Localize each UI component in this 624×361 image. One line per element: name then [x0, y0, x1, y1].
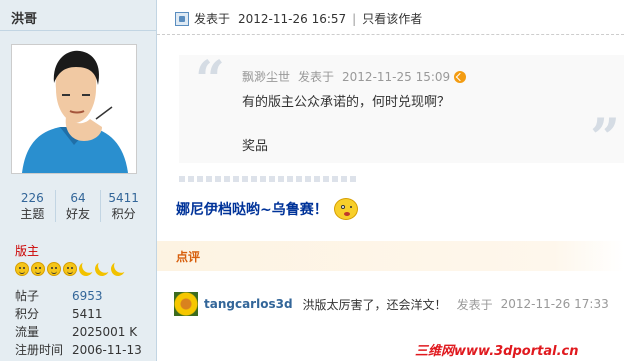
site-watermark: 三维网www.3dportal.cn [415, 344, 579, 359]
meta-divider: | [352, 11, 357, 26]
quote-header: 飘渺尘世 发表于 2012-11-25 15:09 [242, 68, 467, 85]
author-sidebar: 洪哥 226 主题 64 好友 5411 积分 版主 帖子 6953 积分 54… [0, 0, 157, 361]
quote-time: 2012-11-25 15:09 [342, 69, 451, 84]
smile-icon [47, 262, 61, 276]
avatar-illustration [12, 45, 136, 173]
comment-item: tangcarlos3d 洪版太厉害了，还会洋文！ 发表于 2012-11-26… [174, 292, 609, 316]
info-value: 5411 [72, 307, 103, 321]
author-username[interactable]: 洪哥 [11, 8, 37, 27]
info-value: 2006-11-13 [72, 343, 142, 357]
post-content: 发表于 2012-11-26 16:57 | 只看该作者 “ ” 飘渺尘世 发表… [157, 0, 624, 361]
info-row: 流量 2025001 K [15, 323, 142, 341]
smile-icon [63, 262, 77, 276]
info-row: 积分 5411 [15, 305, 142, 323]
quote-author: 飘渺尘世 [242, 70, 291, 84]
blurred-text [179, 176, 359, 182]
open-quote-icon: “ [195, 50, 225, 111]
rank-icons [15, 262, 125, 276]
smile-icon [31, 262, 45, 276]
post-status-icon [175, 11, 189, 26]
posted-time: 2012-11-26 16:57 [238, 11, 347, 26]
only-author-link[interactable]: 只看该作者 [362, 10, 422, 27]
post-meta: 发表于 2012-11-26 16:57 | 只看该作者 [175, 10, 422, 27]
meta-divider-line [157, 34, 624, 35]
comment-time: 2012-11-26 17:33 [500, 297, 609, 311]
stat-label: 好友 [66, 207, 91, 221]
close-quote-icon: ” [590, 108, 620, 169]
info-value: 2025001 K [72, 325, 138, 339]
commenter-avatar[interactable] [174, 292, 198, 316]
author-stats: 226 主题 64 好友 5411 积分 [10, 190, 146, 222]
quote-text: 有的版主公众承诺的，何时兑现啊？ [242, 95, 451, 110]
moon-icon [109, 260, 127, 278]
user-group[interactable]: 版主 [15, 242, 39, 259]
quote-block: “ ” 飘渺尘世 发表于 2012-11-25 15:09 有的版主公众承诺的，… [179, 50, 624, 169]
post-message: 娜尼伊档哒哟~乌鲁赛！ [176, 198, 358, 220]
sidebar-divider [0, 30, 156, 31]
comment-posted-label: 发表于 [456, 297, 493, 312]
quote-text: 奖品 [242, 139, 269, 154]
stat-points[interactable]: 5411 积分 [100, 190, 146, 222]
stat-value: 5411 [108, 191, 139, 205]
info-row: 帖子 6953 [15, 287, 142, 305]
comment-text: 洪版太厉害了，还会洋文！ [302, 297, 447, 312]
quote-posted-label: 发表于 [298, 70, 335, 84]
info-value[interactable]: 6953 [72, 287, 103, 305]
moon-icon [77, 260, 95, 278]
stat-label: 主题 [20, 207, 45, 221]
stat-threads[interactable]: 226 主题 [10, 190, 55, 222]
stat-label: 积分 [111, 207, 136, 221]
stat-value: 226 [20, 191, 44, 205]
commenter-username[interactable]: tangcarlos3d [204, 297, 293, 311]
info-key: 流量 [15, 325, 40, 339]
info-key: 帖子 [15, 289, 40, 303]
comments-title: 点评 [176, 250, 201, 264]
posted-label: 发表于 [194, 12, 231, 26]
smile-icon [15, 262, 29, 276]
message-text: 娜尼伊档哒哟~乌鲁赛！ [176, 202, 328, 218]
info-key: 注册时间 [15, 343, 64, 357]
emoticon-icon [333, 198, 358, 220]
moon-icon [93, 260, 111, 278]
info-key: 积分 [15, 307, 40, 321]
stat-friends[interactable]: 64 好友 [54, 190, 101, 222]
stat-value: 64 [70, 191, 86, 205]
comments-header: 点评 [157, 241, 624, 271]
author-avatar[interactable] [11, 44, 137, 174]
info-row: 注册时间 2006-11-13 [15, 341, 142, 359]
author-info: 帖子 6953 积分 5411 流量 2025001 K 注册时间 2006-1… [15, 287, 142, 359]
jump-to-post-icon[interactable] [454, 70, 467, 83]
